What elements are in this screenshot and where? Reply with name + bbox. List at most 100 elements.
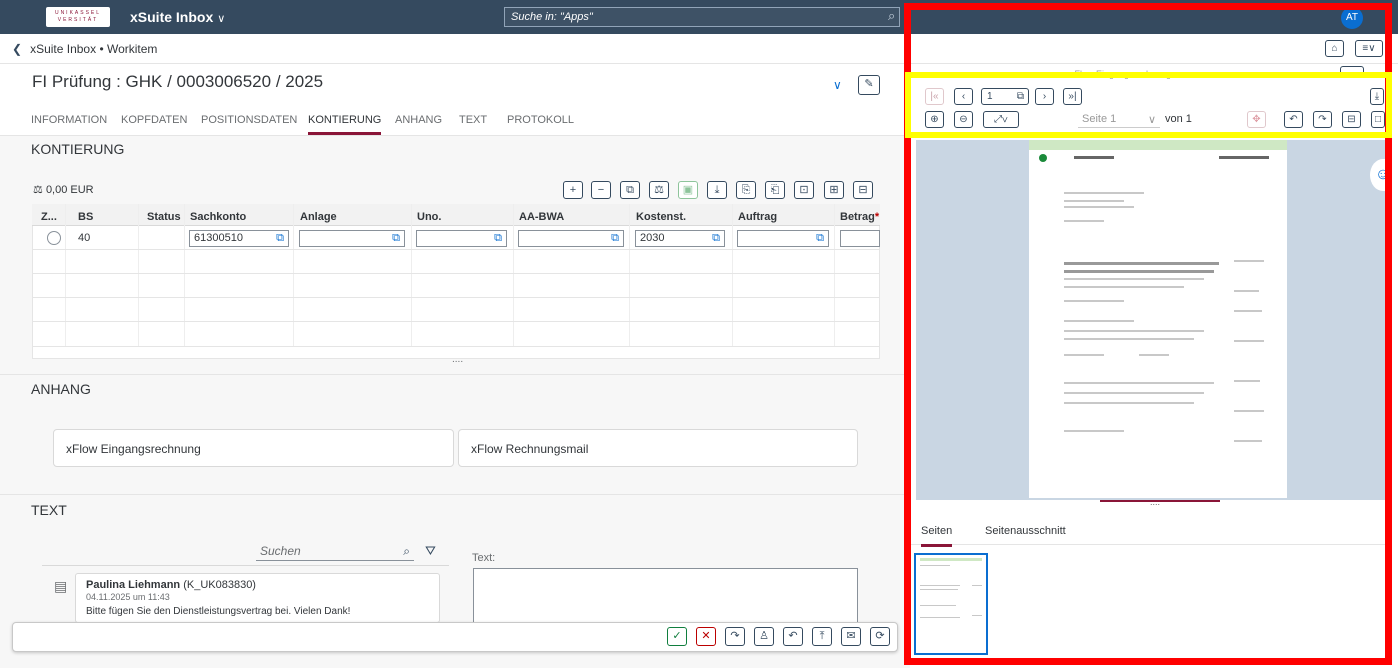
approve-button[interactable]: ✓ <box>667 627 687 646</box>
attachment-card-rechnungsmail[interactable]: xFlow Rechnungsmail <box>458 429 858 467</box>
value-help-icon[interactable]: ⧉ <box>816 232 824 245</box>
betrag-input[interactable] <box>840 230 880 247</box>
col-divider <box>65 204 66 346</box>
shell-search-input[interactable]: Suche in: "Apps" <box>504 7 900 27</box>
col-kostenst[interactable]: Kostenst. <box>636 211 686 223</box>
cell-bs: 40 <box>78 232 91 244</box>
col-divider <box>732 204 733 346</box>
tab-kontierung[interactable]: KONTIERUNG <box>308 114 382 135</box>
save-icon[interactable]: ▣ <box>678 181 698 199</box>
attachment-card-eingangsrechnung[interactable]: xFlow Eingangsrechnung <box>53 429 454 467</box>
search-icon[interactable]: ⌕ <box>888 8 895 24</box>
breadcrumb-bar: ❮ xSuite Inbox • Workitem <box>0 34 910 64</box>
upload-icon[interactable]: ⤒ <box>812 627 832 646</box>
aa-bwa-input[interactable]: ⧉ <box>518 230 624 247</box>
col-divider <box>184 204 185 346</box>
col-status[interactable]: Status <box>147 211 181 223</box>
comment-bubble: Paulina Liehmann (K_UK083830) 04.11.2025… <box>75 573 440 623</box>
sachkonto-input[interactable]: 61300510 ⧉ <box>189 230 289 247</box>
filter-icon[interactable]: ⛛ <box>425 543 436 559</box>
anhang-title: ANHANG <box>31 381 91 397</box>
resize-handle[interactable]: .... <box>452 354 463 365</box>
comment-search-placeholder: Suchen <box>260 544 301 558</box>
uno-input[interactable]: ⧉ <box>416 230 507 247</box>
col-bs[interactable]: BS <box>78 211 93 223</box>
reject-button[interactable]: ✕ <box>696 627 716 646</box>
tab-positionsdaten[interactable]: POSITIONSDATEN <box>201 114 297 126</box>
col-divider <box>138 204 139 346</box>
mail-icon[interactable]: ✉ <box>841 627 861 646</box>
divider <box>42 565 449 566</box>
paste-icon[interactable]: ⎗ <box>765 181 785 199</box>
value-help-icon[interactable]: ⧉ <box>611 232 619 245</box>
kostenst-input[interactable]: 2030 ⧉ <box>635 230 725 247</box>
return-button[interactable]: ↶ <box>783 627 803 646</box>
scale-icon: ⚖ <box>33 184 43 196</box>
tab-protokoll[interactable]: PROTOKOLL <box>507 114 574 126</box>
collapse-all-icon[interactable]: ⊟ <box>853 181 873 199</box>
row-divider <box>32 346 880 347</box>
comment-body: Bitte fügen Sie den Dienstleistungsvertr… <box>86 606 351 617</box>
kontierung-title: KONTIERUNG <box>31 141 125 157</box>
tab-kopfdaten[interactable]: KOPFDATEN <box>121 114 187 126</box>
value-help-icon[interactable]: ⧉ <box>712 232 720 245</box>
col-betrag[interactable]: Betrag* <box>840 211 879 223</box>
remove-row-button[interactable]: − <box>591 181 611 199</box>
comment-search-input[interactable]: Suchen ⌕ <box>256 541 414 561</box>
row-divider <box>32 297 880 298</box>
col-sachkonto[interactable]: Sachkonto <box>190 211 246 223</box>
search-icon[interactable]: ⌕ <box>403 544 410 559</box>
col-anlage[interactable]: Anlage <box>300 211 337 223</box>
split-icon[interactable]: ⚖ <box>649 181 669 199</box>
expand-all-icon[interactable]: ⊞ <box>824 181 844 199</box>
col-uno[interactable]: Uno. <box>417 211 441 223</box>
comment-user: (K_UK083830) <box>183 579 256 591</box>
col-divider <box>513 204 514 346</box>
attachment-label: xFlow Rechnungsmail <box>471 442 589 456</box>
value-help-icon[interactable]: ⧉ <box>494 232 502 245</box>
copy-icon[interactable]: ⧉ <box>620 181 640 199</box>
table-settings-icon[interactable]: ⊡ <box>794 181 814 199</box>
collapse-header-icon[interactable]: ∨ <box>833 78 842 92</box>
forward-button[interactable]: ↷ <box>725 627 745 646</box>
breadcrumb: xSuite Inbox • Workitem <box>30 42 158 56</box>
col-auftrag[interactable]: Auftrag <box>738 211 777 223</box>
value-help-icon[interactable]: ⧉ <box>276 232 284 245</box>
comment-date: 04.11.2025 um 11:43 <box>86 592 170 602</box>
tab-text[interactable]: TEXT <box>459 114 487 126</box>
sum-value: 0,00 EUR <box>45 184 94 196</box>
kostenst-value: 2030 <box>640 232 665 244</box>
col-z[interactable]: Z... <box>41 211 57 223</box>
app-title-menu[interactable]: xSuite Inbox ∨ <box>130 9 225 25</box>
row-divider <box>32 321 880 322</box>
value-help-icon[interactable]: ⧉ <box>392 232 400 245</box>
auftrag-input[interactable]: ⧉ <box>737 230 829 247</box>
refresh-icon[interactable]: ⟳ <box>870 627 890 646</box>
row-select-radio[interactable] <box>47 231 61 245</box>
text-label: Text: <box>472 552 496 564</box>
add-row-button[interactable]: + <box>563 181 583 199</box>
note-icon: ▤ <box>54 578 68 594</box>
edit-icon[interactable]: ✎ <box>858 75 880 95</box>
template-icon[interactable]: ⎘ <box>736 181 756 199</box>
comment-author: Paulina Liehmann <box>86 579 181 591</box>
tab-information[interactable]: INFORMATION <box>31 114 107 126</box>
user-icon[interactable]: ♙ <box>754 627 774 646</box>
tab-anhang[interactable]: ANHANG <box>395 114 442 126</box>
sum-display: ⚖ 0,00 EUR <box>33 183 94 196</box>
highlight-frame-yellow <box>905 72 1392 138</box>
download-icon[interactable]: ⤓ <box>707 181 727 199</box>
sachkonto-value: 61300510 <box>194 232 243 244</box>
chevron-down-icon: ∨ <box>217 13 226 25</box>
col-divider <box>629 204 630 346</box>
col-divider <box>834 204 835 346</box>
required-marker: * <box>874 211 880 223</box>
col-aa-bwa[interactable]: AA-BWA <box>519 211 564 223</box>
kontierung-table <box>32 204 880 359</box>
back-icon[interactable]: ❮ <box>12 42 22 56</box>
anlage-input[interactable]: ⧉ <box>299 230 405 247</box>
university-logo[interactable]: UNIKASSEL VERSITÄT <box>46 7 110 27</box>
col-betrag-label: Betrag <box>840 211 875 223</box>
col-divider <box>411 204 412 346</box>
row-divider <box>32 249 880 250</box>
